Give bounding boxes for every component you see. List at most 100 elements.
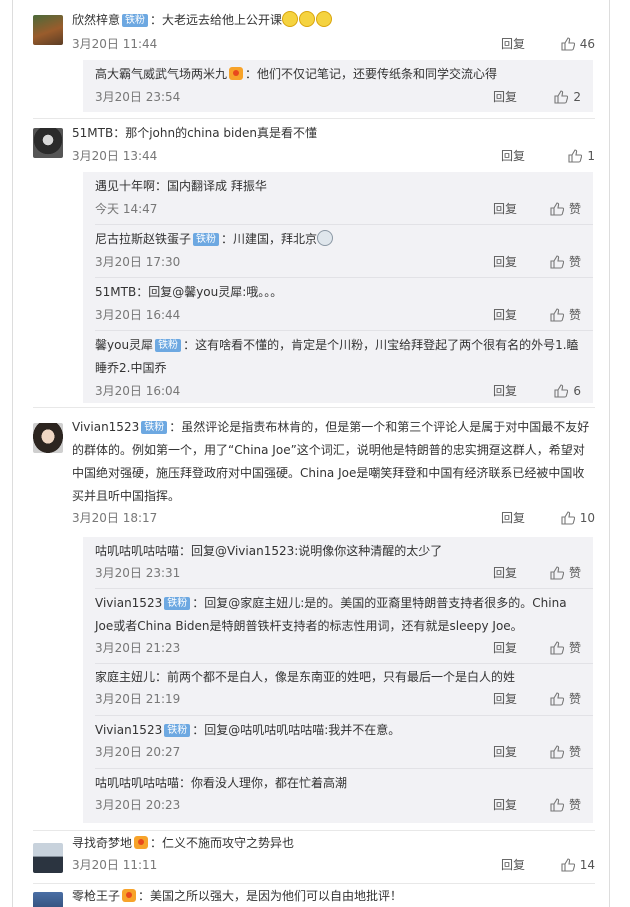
like-count: 1 bbox=[587, 149, 595, 163]
comment-item: 寻找奇梦地 ：仁义不施而攻守之势异也 3月20日 11:11 回复 14 bbox=[13, 831, 609, 886]
comment-text: ：那个john的china biden真是看不懂 bbox=[113, 126, 317, 140]
like-button[interactable]: 46 bbox=[561, 33, 595, 55]
reply-button[interactable]: 回复 bbox=[493, 380, 517, 402]
reply-list: 遇见十年啊：国内翻译成 拜振华 今天 14:47 回复 赞 尼古拉斯赵铁蛋子 铁粉… bbox=[83, 172, 593, 403]
crown-icon bbox=[229, 67, 244, 80]
reply-list: 咕叽咕叽咕咕喵：回复@Vivian1523:说明像你这种清醒的太少了 3月20日… bbox=[83, 537, 593, 823]
reply-list: 高大霸气威武气场两米九 ：他们不仅记笔记，还要传纸条和同学交流心得 3月20日 2… bbox=[83, 60, 593, 112]
comment-time: 3月20日 11:44 bbox=[72, 37, 158, 51]
like-button[interactable]: 赞 bbox=[550, 198, 581, 220]
thumb-up-icon bbox=[554, 384, 569, 398]
avatar[interactable] bbox=[33, 423, 63, 453]
avatar[interactable] bbox=[33, 15, 63, 45]
reply-text: ：回复@Vivian1523:说明像你这种清醒的太少了 bbox=[179, 544, 443, 558]
reply-button[interactable]: 回复 bbox=[493, 86, 517, 108]
fan-badge[interactable]: 铁粉 bbox=[141, 421, 168, 434]
thumb-up-icon bbox=[561, 511, 575, 525]
like-button[interactable]: 赞 bbox=[550, 251, 581, 273]
laugh-emoji-icon bbox=[299, 11, 316, 27]
username[interactable]: 零枪王子 bbox=[72, 889, 120, 903]
reply-button[interactable]: 回复 bbox=[501, 507, 525, 529]
laugh-emoji-icon bbox=[316, 11, 333, 27]
username[interactable]: 遇见十年啊 bbox=[95, 179, 155, 193]
thumb-up-icon bbox=[561, 858, 575, 872]
username[interactable]: Vivian1523 bbox=[95, 596, 162, 610]
like-button[interactable]: 6 bbox=[554, 380, 581, 402]
fan-badge[interactable]: 铁粉 bbox=[164, 597, 191, 610]
like-count: 10 bbox=[579, 511, 595, 525]
comment-time: 3月20日 13:44 bbox=[72, 149, 158, 163]
username[interactable]: Vivian1523 bbox=[95, 723, 162, 737]
like-button[interactable]: 1 bbox=[568, 145, 595, 167]
username[interactable]: Vivian1523 bbox=[72, 420, 139, 434]
like-count: 赞 bbox=[568, 745, 581, 759]
like-button[interactable]: 2 bbox=[554, 86, 581, 108]
thumb-up-icon bbox=[550, 692, 564, 706]
reply-button[interactable]: 回复 bbox=[493, 637, 517, 659]
username[interactable]: 咕叽咕叽咕咕喵 bbox=[95, 776, 179, 790]
comment-time: 3月20日 18:17 bbox=[72, 511, 158, 525]
thumb-up-icon bbox=[550, 745, 564, 759]
reply-button[interactable]: 回复 bbox=[493, 741, 517, 763]
reply-button[interactable]: 回复 bbox=[493, 794, 517, 816]
username[interactable]: 馨you灵犀 bbox=[95, 338, 153, 352]
thumb-up-icon bbox=[550, 202, 564, 216]
reply-button[interactable]: 回复 bbox=[501, 33, 525, 55]
avatar[interactable] bbox=[33, 892, 63, 907]
fan-badge[interactable]: 铁粉 bbox=[164, 724, 191, 737]
username[interactable]: 尼古拉斯赵铁蛋子 bbox=[95, 232, 191, 246]
username[interactable]: 欣然梓意 bbox=[72, 13, 120, 27]
reply-button[interactable]: 回复 bbox=[493, 304, 517, 326]
like-button[interactable]: 赞 bbox=[550, 688, 581, 710]
fan-badge[interactable]: 铁粉 bbox=[122, 14, 149, 27]
reply-time: 3月20日 23:54 bbox=[95, 90, 181, 104]
avatar[interactable] bbox=[33, 843, 63, 873]
panda-emoji-icon bbox=[317, 230, 334, 246]
thumb-up-icon bbox=[550, 641, 564, 655]
reply-text: ：他们不仅记笔记，还要传纸条和同学交流心得 bbox=[245, 67, 498, 81]
like-button[interactable]: 赞 bbox=[550, 562, 581, 584]
reply-button[interactable]: 回复 bbox=[493, 251, 517, 273]
reply-text: ：川建国，拜北京 bbox=[221, 232, 318, 246]
reply-button[interactable]: 回复 bbox=[493, 562, 517, 584]
like-count: 6 bbox=[573, 384, 581, 398]
comment-text: ：仁义不施而攻守之势异也 bbox=[150, 836, 295, 850]
like-count: 赞 bbox=[568, 308, 581, 322]
comment-text: ：大老远去给他上公开课 bbox=[150, 13, 283, 27]
reply-button[interactable]: 回复 bbox=[493, 688, 517, 710]
username[interactable]: 家庭主妞儿 bbox=[95, 670, 155, 684]
thumb-up-icon bbox=[561, 37, 575, 51]
avatar[interactable] bbox=[33, 128, 63, 158]
reply-time: 今天 14:47 bbox=[95, 202, 158, 216]
like-count: 46 bbox=[579, 37, 595, 51]
reply-text: ：你看没人理你，都在忙着高潮 bbox=[179, 776, 348, 790]
thumb-up-icon bbox=[550, 566, 564, 580]
fan-badge[interactable]: 铁粉 bbox=[155, 339, 182, 352]
reply-button[interactable]: 回复 bbox=[501, 854, 525, 876]
username[interactable]: 51MTB bbox=[95, 285, 136, 299]
username[interactable]: 寻找奇梦地 bbox=[72, 836, 132, 850]
like-button[interactable]: 10 bbox=[561, 507, 595, 529]
like-button[interactable]: 赞 bbox=[550, 637, 581, 659]
reply-time: 3月20日 17:30 bbox=[95, 255, 181, 269]
like-button[interactable]: 14 bbox=[561, 854, 595, 876]
reply-time: 3月20日 23:31 bbox=[95, 566, 181, 580]
comment-item: 51MTB：那个john的china biden真是看不懂 3月20日 13:4… bbox=[13, 119, 609, 405]
laugh-emoji-icon bbox=[282, 11, 299, 27]
reply-button[interactable]: 回复 bbox=[501, 145, 525, 167]
username[interactable]: 51MTB bbox=[72, 126, 113, 140]
username[interactable]: 咕叽咕叽咕咕喵 bbox=[95, 544, 179, 558]
username[interactable]: 高大霸气威武气场两米九 bbox=[95, 67, 227, 81]
reply-time: 3月20日 16:04 bbox=[95, 384, 181, 398]
comment-item: 零枪王子 ：美国之所以强大，是因为他们可以自由地批评！ bbox=[13, 884, 609, 907]
reply-time: 3月20日 20:23 bbox=[95, 798, 181, 812]
reply-button[interactable]: 回复 bbox=[493, 198, 517, 220]
like-count: 赞 bbox=[568, 692, 581, 706]
like-count: 2 bbox=[573, 90, 581, 104]
like-button[interactable]: 赞 bbox=[550, 794, 581, 816]
comment-time: 3月20日 11:11 bbox=[72, 858, 158, 872]
like-button[interactable]: 赞 bbox=[550, 741, 581, 763]
reply-text: ：回复@咕叽咕叽咕咕喵:我并不在意。 bbox=[192, 723, 401, 737]
fan-badge[interactable]: 铁粉 bbox=[193, 233, 220, 246]
like-button[interactable]: 赞 bbox=[550, 304, 581, 326]
